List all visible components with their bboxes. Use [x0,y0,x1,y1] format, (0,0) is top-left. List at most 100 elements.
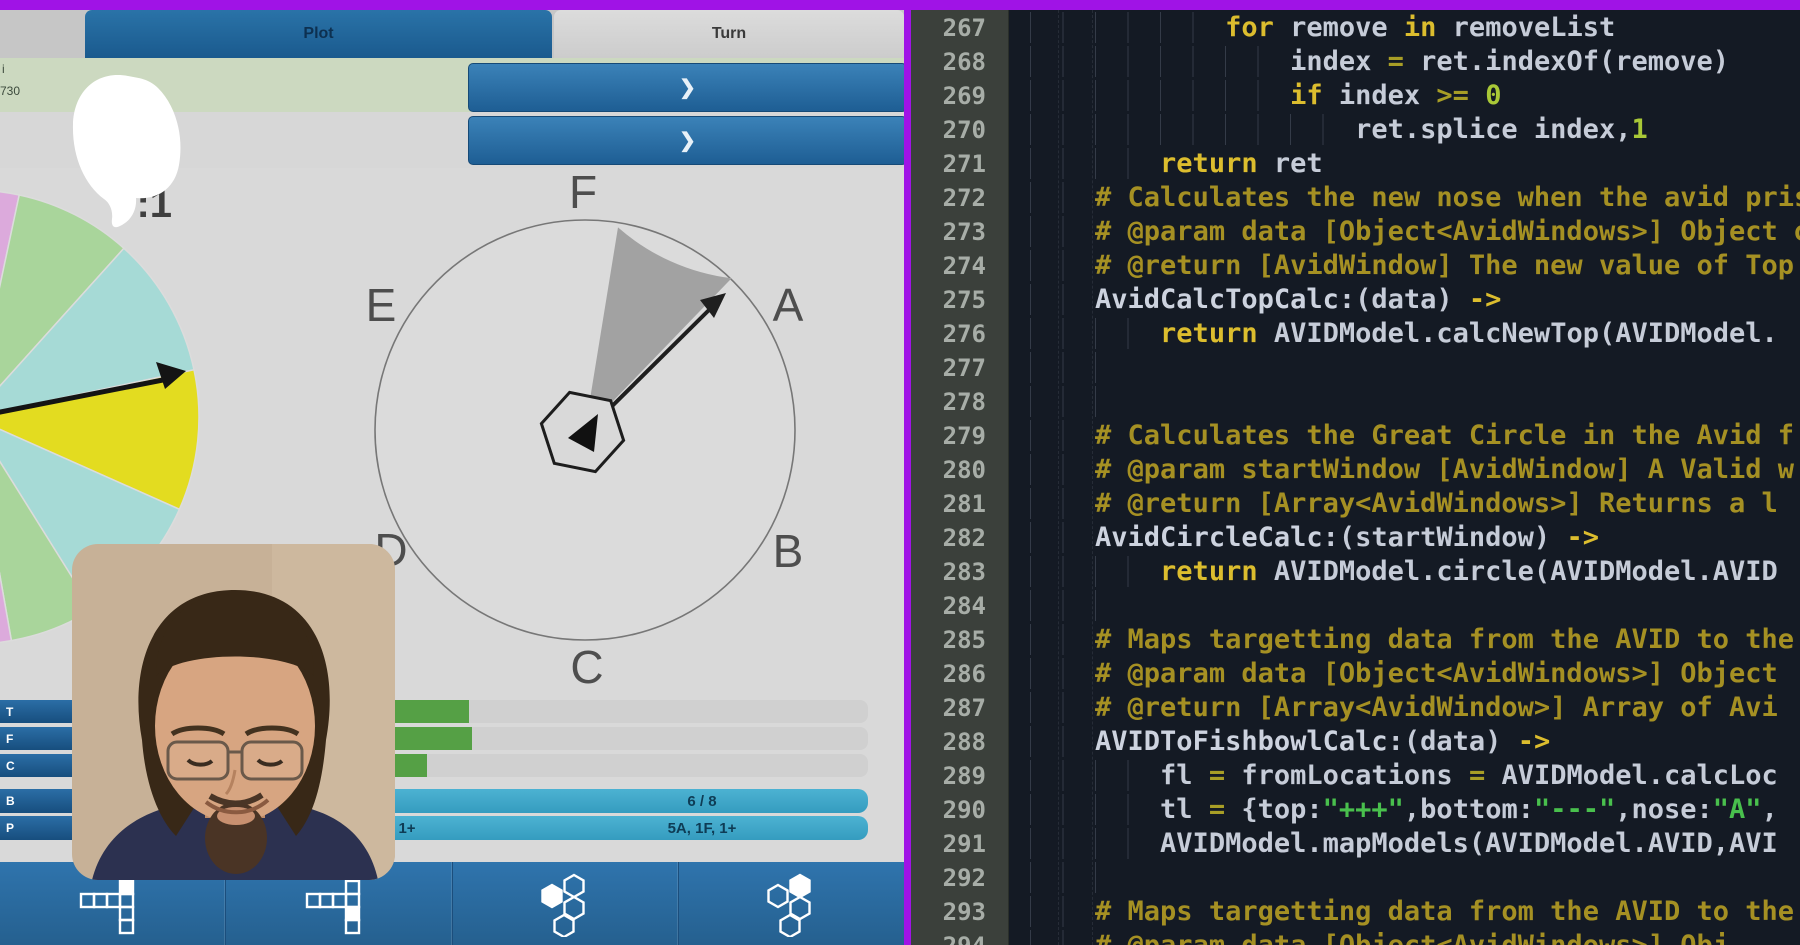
line-number: 287 [943,691,986,725]
status-text: 6 / 8 [532,789,872,813]
line-number: 270 [943,113,986,147]
pie-slice [0,370,199,510]
avid-letter-C: C [570,641,603,693]
avid-letter-B: B [773,525,804,577]
line-number: 283 [943,555,986,589]
line-number: 276 [943,317,986,351]
chevron-right-icon: ❯ [679,128,696,153]
line-number: 286 [943,657,986,691]
code-line: # Calculates the new nose when the avid … [1030,181,1800,215]
line-number: 268 [943,45,986,79]
next-button[interactable]: ❯ [468,63,904,112]
line-number: 292 [943,861,986,895]
pie-heading-arrow [0,362,186,416]
left-edge-text-fragment: 730 [0,84,20,98]
line-number: 272 [943,181,986,215]
pie-slice [0,417,11,644]
code-line: # Maps targetting data from the AVID to … [1030,895,1794,929]
code-line: return AVIDModel.calcNewTop(AVIDModel. [1030,317,1778,351]
code-line: # @param startWindow [AvidWindow] A Vali… [1030,453,1794,487]
code-line: # @param data [Object<AvidWindows>] Obje… [1030,657,1778,691]
line-number: 277 [943,351,986,385]
portrait-image [72,544,395,880]
code-line: index = ret.indexOf(remove) [1030,45,1729,79]
code-line [1030,385,1111,419]
nose-triangle-icon [568,414,598,452]
hex-cluster-icon [532,871,598,937]
line-number: 291 [943,827,986,861]
avid-vector-arrow [590,293,726,428]
window-accent-border [904,0,911,945]
code-line: AVIDToFishbowlCalc:(data) -> [1030,725,1550,759]
left-edge-text-fragment: i [2,62,5,76]
line-number-gutter: 2672682692702712722732742752762772782792… [911,0,1009,945]
line-number: 285 [943,623,986,657]
avid-letter-F: F [569,166,597,218]
chevron-right-icon: ❯ [679,75,696,100]
line-number: 294 [943,929,986,945]
tab-plot[interactable]: Plot [85,10,552,58]
line-number: 284 [943,589,986,623]
ship-hexagon-icon [541,392,623,471]
line-number: 279 [943,419,986,453]
line-number: 271 [943,147,986,181]
pie-version-label: V:1 [112,182,172,227]
hex-cluster-alt-icon [758,871,824,937]
line-number: 288 [943,725,986,759]
grid-plot-icon [79,873,147,935]
code-line: # @param data [Object<AvidWindows>] Obj [1030,929,1729,945]
line-number: 289 [943,759,986,793]
next-button-secondary[interactable]: ❯ [468,116,904,165]
code-line: return ret [1030,147,1323,181]
status-text: 5A, 1F, 1+ [532,816,872,840]
code-line: # @return [Array<AvidWindows>] Returns a… [1030,487,1778,521]
code-line [1030,589,1111,623]
grid-plot-alt-icon [305,873,373,935]
tab-turn[interactable]: Turn [554,10,904,58]
line-number: 282 [943,521,986,555]
line-number: 278 [943,385,986,419]
code-line: # Calculates the Great Circle in the Avi… [1030,419,1794,453]
avid-circle: FABCDE [366,166,804,693]
line-number: 290 [943,793,986,827]
avid-letter-A: A [773,279,804,331]
webcam-portrait [72,544,395,880]
app-window: Plot Turn i 730 - ❯ ❯ V:1 [0,0,1800,945]
code-line: tl = {top:"+++",bottom:"---",nose:"A", [1030,793,1778,827]
code-area[interactable]: for remove in removeList index = ret.ind… [1008,0,1800,945]
tab-bar: Plot Turn [0,10,904,58]
code-line [1030,351,1111,385]
avid-letter-E: E [366,279,397,331]
line-number: 293 [943,895,986,929]
line-number: 274 [943,249,986,283]
top-purple-bar [0,0,1800,10]
pie-slice [0,195,124,417]
code-line: # @return [Array<AvidWindow>] Array of A… [1030,691,1778,725]
toolbar-button-hex-map-alt[interactable] [679,862,904,945]
left-panel: Plot Turn i 730 - ❯ ❯ V:1 [0,0,904,945]
line-number: 267 [943,11,986,45]
code-line: for remove in removeList [1030,11,1615,45]
code-line: # Maps targetting data from the AVID to … [1030,623,1794,657]
code-line: if index >= 0 [1030,79,1501,113]
avid-threat-wedge [585,227,732,430]
code-line: fl = fromLocations = AVIDModel.calcLoc [1030,759,1778,793]
code-line: # @param data [Object<AvidWindows>] Obje… [1030,215,1800,249]
pie-slice [0,248,194,417]
line-number: 280 [943,453,986,487]
code-line: AvidCircleCalc:(startWindow) -> [1030,521,1599,555]
left-edge-text-fragment: - [1,220,5,234]
line-number: 275 [943,283,986,317]
code-line: AVIDModel.mapModels(AVIDModel.AVID,AVI [1030,827,1778,861]
code-line: AvidCalcTopCalc:(data) -> [1030,283,1501,317]
toolbar-button-hex-map[interactable] [453,862,679,945]
avid-direction-labels: FABCDE [366,166,804,693]
line-number: 269 [943,79,986,113]
line-number: 273 [943,215,986,249]
code-line [1030,861,1111,895]
code-line: return AVIDModel.circle(AVIDModel.AVID [1030,555,1778,589]
line-number: 281 [943,487,986,521]
code-editor[interactable]: 2672682692702712722732742752762772782792… [911,0,1800,945]
code-line: # @return [AvidWindow] The new value of … [1030,249,1794,283]
code-line: ret.splice index,1 [1030,113,1648,147]
